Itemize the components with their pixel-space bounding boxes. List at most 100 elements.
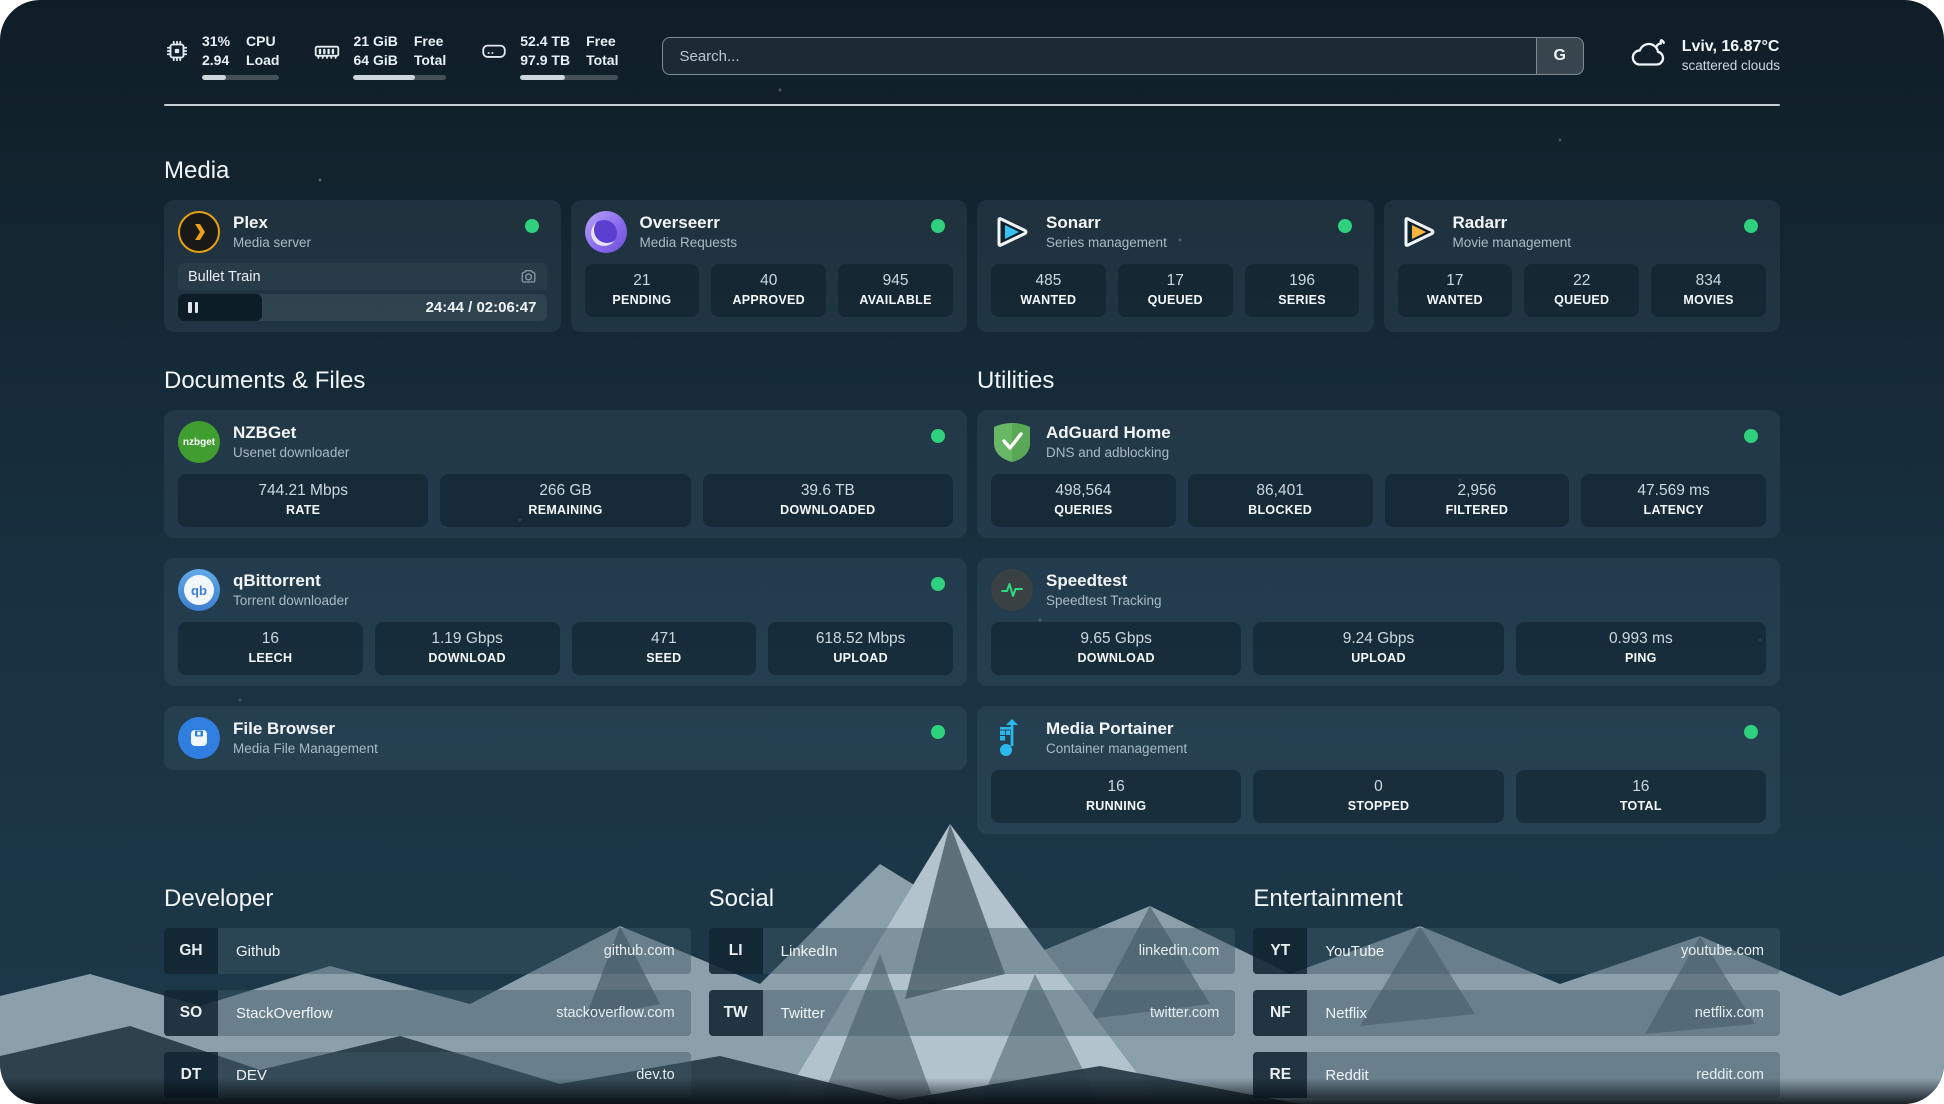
link-url: linkedin.com	[1139, 928, 1236, 974]
link-url: twitter.com	[1150, 990, 1235, 1036]
link-name: StackOverflow	[218, 990, 333, 1036]
stat-queries: 498,564QUERIES	[991, 474, 1176, 527]
app-desc: Series management	[1046, 234, 1167, 252]
link-name: Github	[218, 928, 280, 974]
app-card-sonarr[interactable]: Sonarr Series management 485WANTED 17QUE…	[977, 200, 1374, 332]
link-url: github.com	[604, 928, 691, 974]
status-online-dot	[1744, 725, 1758, 739]
app-name: Media Portainer	[1046, 718, 1187, 740]
stat-filtered: 2,956FILTERED	[1385, 474, 1570, 527]
app-card-radarr[interactable]: Radarr Movie management 17WANTED 22QUEUE…	[1384, 200, 1781, 332]
disk-label-free: Free	[586, 32, 618, 51]
weather-condition: scattered clouds	[1682, 57, 1780, 75]
link-twitter[interactable]: TW Twitter twitter.com	[709, 990, 1236, 1036]
search-input[interactable]	[663, 38, 1535, 74]
section-title-developer: Developer	[164, 884, 691, 914]
app-name: Plex	[233, 212, 311, 234]
documents-files-column: nzbget NZBGet Usenet downloader 744.21 M…	[164, 410, 967, 770]
stat-seed: 471SEED	[572, 622, 757, 675]
cpu-value-load: 2.94	[202, 51, 230, 70]
link-abbr: YT	[1253, 928, 1307, 974]
app-name: Overseerr	[640, 212, 738, 234]
stat-latency: 47.569 msLATENCY	[1581, 474, 1766, 527]
memory-label-total: Total	[414, 51, 446, 70]
playback-progress-bar[interactable]: 24:44 / 02:06:47	[178, 294, 547, 321]
app-name: AdGuard Home	[1046, 422, 1171, 444]
stat-rate: 744.21 MbpsRATE	[178, 474, 428, 527]
adguard-icon	[991, 421, 1033, 463]
media-session-icon[interactable]	[520, 268, 537, 285]
cpu-progress-bar	[202, 75, 279, 80]
sonarr-icon	[991, 211, 1033, 253]
link-name: Twitter	[763, 990, 825, 1036]
social-links-section: Social LI LinkedIn linkedin.com TW Twitt…	[709, 884, 1236, 1104]
link-abbr: TW	[709, 990, 763, 1036]
weather-widget[interactable]: Lviv, 16.87°C scattered clouds	[1628, 36, 1780, 77]
stat-wanted: 485WANTED	[991, 264, 1106, 317]
section-title-documents-files: Documents & Files	[164, 366, 967, 396]
search-engine-button[interactable]: G	[1536, 38, 1583, 74]
link-netflix[interactable]: NF Netflix netflix.com	[1253, 990, 1780, 1036]
speedtest-icon	[991, 569, 1033, 611]
link-linkedin[interactable]: LI LinkedIn linkedin.com	[709, 928, 1236, 974]
section-title-entertainment: Entertainment	[1253, 884, 1780, 914]
app-name: File Browser	[233, 718, 378, 740]
app-card-speedtest[interactable]: Speedtest Speedtest Tracking 9.65 GbpsDO…	[977, 558, 1780, 686]
app-card-adguard[interactable]: AdGuard Home DNS and adblocking 498,564Q…	[977, 410, 1780, 538]
app-card-qbittorrent[interactable]: qb qBittorrent Torrent downloader 16LEEC…	[164, 558, 967, 686]
link-name: Netflix	[1307, 990, 1367, 1036]
plex-icon	[178, 211, 220, 253]
stat-blocked: 86,401BLOCKED	[1188, 474, 1373, 527]
stat-wanted: 17WANTED	[1398, 264, 1513, 317]
cloud-icon	[1628, 36, 1670, 77]
nzbget-icon: nzbget	[178, 421, 220, 463]
app-card-overseerr[interactable]: Overseerr Media Requests 21PENDING 40APP…	[571, 200, 968, 332]
disk-total-value: 97.9 TB	[520, 51, 570, 70]
section-title-social: Social	[709, 884, 1236, 914]
link-abbr: LI	[709, 928, 763, 974]
weather-location-temp: Lviv, 16.87°C	[1682, 37, 1780, 57]
app-card-portainer[interactable]: Media Portainer Container management 16R…	[977, 706, 1780, 834]
stat-ping: 0.993 msPING	[1516, 622, 1766, 675]
media-card-grid: Plex Media server Bullet Train	[164, 200, 1780, 332]
app-desc: DNS and adblocking	[1046, 444, 1171, 462]
cpu-label-top: CPU	[246, 32, 279, 51]
app-desc: Torrent downloader	[233, 592, 349, 610]
stat-approved: 40APPROVED	[711, 264, 826, 317]
disk-progress-bar	[520, 75, 618, 80]
link-youtube[interactable]: YT YouTube youtube.com	[1253, 928, 1780, 974]
stat-available: 945AVAILABLE	[838, 264, 953, 317]
disk-icon	[480, 38, 508, 64]
status-online-dot	[931, 577, 945, 591]
disk-label-total: Total	[586, 51, 618, 70]
filebrowser-icon	[178, 717, 220, 759]
link-url: netflix.com	[1695, 990, 1780, 1036]
status-online-dot	[931, 429, 945, 443]
app-desc: Speedtest Tracking	[1046, 592, 1162, 610]
app-card-plex[interactable]: Plex Media server Bullet Train	[164, 200, 561, 332]
app-name: Sonarr	[1046, 212, 1167, 234]
link-name: LinkedIn	[763, 928, 838, 974]
app-card-nzbget[interactable]: nzbget NZBGet Usenet downloader 744.21 M…	[164, 410, 967, 538]
section-title-media: Media	[164, 156, 1780, 186]
link-github[interactable]: GH Github github.com	[164, 928, 691, 974]
stat-queued: 22QUEUED	[1524, 264, 1639, 317]
memory-total-value: 64 GiB	[353, 51, 397, 70]
top-bar: 31% 2.94 CPU Load	[164, 30, 1780, 82]
app-desc: Usenet downloader	[233, 444, 349, 462]
section-title-utilities: Utilities	[977, 366, 1780, 396]
memory-label-free: Free	[414, 32, 446, 51]
bottom-shadow	[0, 1078, 1944, 1104]
memory-stat: 21 GiB 64 GiB Free Total	[313, 32, 446, 80]
link-stackoverflow[interactable]: SO StackOverflow stackoverflow.com	[164, 990, 691, 1036]
app-desc: Media File Management	[233, 740, 378, 758]
radarr-icon	[1398, 211, 1440, 253]
link-url: youtube.com	[1681, 928, 1780, 974]
app-name: NZBGet	[233, 422, 349, 444]
app-desc: Movie management	[1453, 234, 1572, 252]
stat-movies: 834MOVIES	[1651, 264, 1766, 317]
link-name: YouTube	[1307, 928, 1384, 974]
app-desc: Media server	[233, 234, 311, 252]
stat-series: 196SERIES	[1245, 264, 1360, 317]
app-card-filebrowser[interactable]: File Browser Media File Management	[164, 706, 967, 770]
